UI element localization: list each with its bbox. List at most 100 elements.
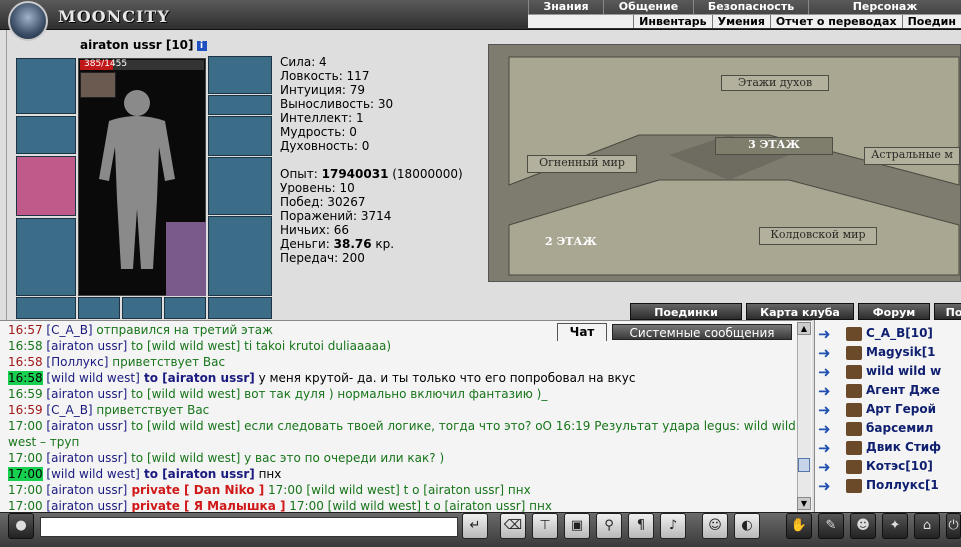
private-message-arrow-icon[interactable]: ➜ (818, 345, 840, 360)
ring-slot-3[interactable] (164, 297, 206, 319)
nav-communication[interactable]: Общение (603, 0, 693, 14)
rings-row-1[interactable] (208, 95, 272, 115)
friends-icon[interactable]: ☻ (850, 513, 876, 539)
pet-cat-image[interactable] (166, 222, 206, 296)
private-message-arrow-icon[interactable]: ➜ (818, 326, 840, 341)
scroll-up-icon[interactable]: ▲ (797, 322, 811, 335)
subnav-inventory[interactable]: Инвентарь (633, 15, 711, 28)
bottom-tabs: Поединки Карта клуба Форум По (630, 303, 961, 320)
private-message-arrow-icon[interactable]: ➜ (818, 459, 840, 474)
room-sorcery-world[interactable]: Колдовской мир (759, 227, 877, 245)
room-fire-world[interactable]: Огненный мир (527, 155, 637, 173)
earring-slot[interactable] (208, 56, 272, 94)
user-row[interactable]: ➜ Агент Дже (818, 381, 961, 400)
stat-money: Деньги: 38.76 кр. (280, 237, 395, 251)
offhand-slot[interactable] (208, 157, 272, 215)
walk-icon[interactable]: ⚲ (596, 513, 622, 539)
helmet-slot[interactable] (16, 58, 76, 114)
stat-losses: Поражений: 3714 (280, 209, 392, 223)
info-icon[interactable]: i (196, 41, 207, 51)
legs-slot[interactable] (208, 216, 272, 296)
tab-more[interactable]: По (934, 303, 961, 320)
subnav-transfers-report[interactable]: Отчет о переводах (769, 15, 902, 28)
belt-slot[interactable] (16, 297, 76, 319)
private-message-arrow-icon[interactable]: ➜ (818, 402, 840, 417)
chat-mode-icon[interactable]: ● (8, 513, 34, 539)
room-spirit-floors[interactable]: Этажи духов (721, 75, 829, 91)
clan-icon (846, 478, 862, 493)
user-row[interactable]: ➜ Двик Стиф (818, 438, 961, 457)
ring-slot-1[interactable] (78, 297, 120, 319)
scroll-item-icon[interactable]: ✎ (818, 513, 844, 539)
user-row[interactable]: ➜ Magysik[1 (818, 343, 961, 362)
user-row[interactable]: ➜ Котэс[10] (818, 457, 961, 476)
private-message-arrow-icon[interactable]: ➜ (818, 421, 840, 436)
inventory-icon[interactable]: ✋ (786, 513, 812, 539)
chat-scrollbar[interactable] (797, 322, 811, 512)
room-floor3[interactable]: 3 ЭТАЖ (715, 137, 833, 155)
chat-line: 17:00 [wild wild west] to [airaton ussr]… (8, 467, 282, 481)
filter-icon[interactable]: ⊤ (532, 513, 558, 539)
stat-wins: Побед: 30267 (280, 195, 366, 209)
subnav-duels[interactable]: Поедин (901, 15, 961, 28)
smiley-icon[interactable]: ☺ (702, 513, 728, 539)
helmet-icon[interactable]: ◐ (734, 513, 760, 539)
gloves-slot[interactable] (208, 116, 272, 156)
club-map: Этажи духов 3 ЭТАЖ Огненный мир Астральн… (488, 44, 961, 282)
boots-slot[interactable] (208, 297, 272, 319)
user-row[interactable]: ➜ C_A_B[10] (818, 324, 961, 343)
save-icon[interactable]: ▣ (564, 513, 590, 539)
user-row[interactable]: ➜ барсемил (818, 419, 961, 438)
bracers-slot[interactable] (16, 116, 76, 154)
clan-icon (846, 364, 862, 379)
stat-agility: Ловкость: 117 (280, 69, 370, 83)
private-message-arrow-icon[interactable]: ➜ (818, 478, 840, 493)
private-message-arrow-icon[interactable]: ➜ (818, 364, 840, 379)
sub-nav: Инвентарь Умения Отчет о переводах Поеди… (528, 14, 961, 28)
home-icon[interactable]: ⌂ (914, 513, 940, 539)
ring-slot-2[interactable] (122, 297, 162, 319)
tab-system-messages[interactable]: Системные сообщения (612, 324, 792, 340)
chat-line: 17:00 [airaton ussr] to [wild wild west]… (8, 451, 445, 465)
tab-chat[interactable]: Чат (557, 323, 607, 341)
chat-line: 16:58 [Поллукс] приветствует Вас (8, 355, 226, 369)
nav-character[interactable]: Персонаж (808, 0, 961, 14)
user-row[interactable]: ➜ Арт Герой (818, 400, 961, 419)
stat-transfers: Передач: 200 (280, 251, 365, 265)
user-row[interactable]: ➜ Поллукс[1 (818, 476, 961, 495)
chat-log: 16:57 [C_A_B] отправился на третий этаж … (8, 322, 798, 514)
stat-strength: Сила: 4 (280, 55, 327, 69)
chat-line: 17:00 [airaton ussr] private [ Dan Niko … (8, 483, 531, 497)
room-astral-worlds[interactable]: Астральные м (864, 147, 960, 165)
exit-icon[interactable]: ⏻ (946, 513, 961, 539)
tab-forum[interactable]: Форум (858, 303, 930, 320)
tab-club-map[interactable]: Карта клуба (746, 303, 854, 320)
tab-duels[interactable]: Поединки (630, 303, 742, 320)
scroll-down-icon[interactable]: ▼ (797, 497, 811, 510)
scroll-thumb[interactable] (798, 458, 810, 472)
private-message-arrow-icon[interactable]: ➜ (818, 383, 840, 398)
stats-panel: Сила: 4 Ловкость: 117 Интуиция: 79 Вынос… (280, 55, 463, 265)
send-icon[interactable]: ↵ (462, 513, 488, 539)
weapon-slot[interactable] (16, 156, 76, 216)
nav-security[interactable]: Безопасность (693, 0, 808, 14)
private-message-arrow-icon[interactable]: ➜ (818, 440, 840, 455)
nav-knowledge[interactable]: Знания (528, 0, 603, 14)
subnav-skills[interactable]: Умения (711, 15, 770, 28)
chat-input[interactable] (40, 517, 458, 537)
clan-icon (846, 440, 862, 455)
character-name: airaton ussr [10] i (80, 38, 207, 52)
clear-icon[interactable]: ⌫ (500, 513, 526, 539)
floor2-label[interactable]: 2 ЭТАЖ (545, 235, 597, 248)
clan-icon (846, 459, 862, 474)
stat-wisdom: Мудрость: 0 (280, 125, 357, 139)
amulet-slot[interactable] (80, 72, 116, 98)
armor-slot[interactable] (16, 218, 76, 296)
sound-icon[interactable]: ♪ (660, 513, 686, 539)
translit-icon[interactable]: ¶ (628, 513, 654, 539)
moon-emblem-icon (8, 1, 48, 41)
stat-draws: Ничьих: 66 (280, 223, 350, 237)
user-row[interactable]: ➜ wild wild w (818, 362, 961, 381)
battle-icon[interactable]: ✦ (882, 513, 908, 539)
chat-line: 16:59 [C_A_B] приветствует Вас (8, 403, 210, 417)
